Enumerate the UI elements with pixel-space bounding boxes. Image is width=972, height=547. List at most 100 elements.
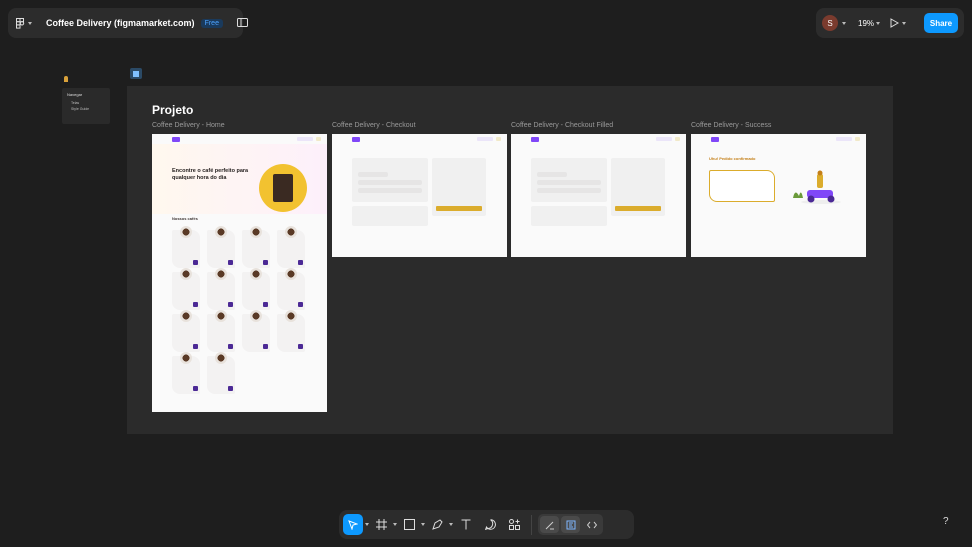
mini-header [152,134,327,144]
plan-badge[interactable]: Free [200,18,223,28]
share-button[interactable]: Share [924,13,958,33]
list-heading: Nossos cafés [172,216,198,221]
order-info-box [709,170,775,202]
coffee-card [207,352,235,394]
frame-checkout[interactable] [332,134,507,257]
frame-label-success[interactable]: Coffee Delivery - Success [691,122,771,129]
tools-toolbar [339,510,634,539]
file-bar: Coffee Delivery (figmamarket.com) Free [8,8,248,38]
actions-tool[interactable] [503,514,525,535]
input-placeholder [358,172,388,177]
figma-logo-icon [16,17,25,29]
pen-tool[interactable] [427,514,447,535]
chevron-down-icon[interactable] [449,523,453,526]
hero-title: Encontre o café perfeito para qualquer h… [172,168,249,181]
coffee-card [207,226,235,268]
design-icon [566,520,575,529]
coffee-card [172,352,200,394]
design-mode-button[interactable] [561,516,580,533]
coffee-card [242,268,270,310]
frame-label-checkout-filled[interactable]: Coffee Delivery - Checkout Filled [511,122,613,129]
location-badge [477,137,493,141]
mini-header [691,134,866,144]
hash-frame-icon [375,519,387,530]
frame-home[interactable]: Encontre o café perfeito para qualquer h… [152,134,327,412]
coffee-card [242,310,270,352]
cart-icon [675,137,680,141]
frame-success[interactable]: Uhu! Pedido confirmado [691,134,866,257]
coffee-card [172,310,200,352]
coffee-card [207,268,235,310]
navigation-frame[interactable]: Navegar Telas Style Guide [62,88,110,124]
chevron-down-icon[interactable] [421,523,425,526]
pen-icon [431,519,443,530]
input-filled [537,180,601,185]
coffee-card [277,226,305,268]
input-filled [537,188,601,193]
collab-bar: S 19% Share [816,8,964,38]
zoom-menu[interactable]: 19% [858,18,881,28]
cart-icon [316,137,321,141]
main-menu-button[interactable] [16,17,32,29]
location-badge [656,137,672,141]
logo [711,137,719,142]
logo [352,137,360,142]
chevron-down-icon [876,21,881,25]
input-filled [537,172,567,177]
confirm-button [436,206,482,211]
move-tool[interactable] [343,514,363,535]
coffee-card [172,268,200,310]
dev-mode-button[interactable] [582,516,601,533]
nav-item-screens[interactable]: Telas [71,101,105,105]
hero-banner: Encontre o café perfeito para qualquer h… [152,144,327,214]
draw-icon [545,521,554,529]
comment-tool[interactable] [479,514,501,535]
comment-bubble-icon [484,519,496,530]
confirm-button [615,206,661,211]
coffee-card [207,310,235,352]
nav-item-style-guide[interactable]: Style Guide [71,107,105,111]
file-title[interactable]: Coffee Delivery (figmamarket.com) [46,18,195,28]
mini-header [511,134,686,144]
cart-icon [855,137,860,141]
frame-checkout-filled[interactable] [511,134,686,257]
section-title[interactable]: Projeto [152,103,193,117]
shape-tool[interactable] [399,514,419,535]
chevron-down-icon [902,21,907,25]
components-grid-icon [508,519,520,530]
sidebar-toggle-icon[interactable] [236,14,248,32]
chevron-down-icon[interactable] [365,523,369,526]
coffee-cup-image [259,164,307,212]
cart-icon [496,137,501,141]
delivery-illustration-icon [793,170,841,204]
draw-mode-button[interactable] [540,516,559,533]
chevron-down-icon[interactable] [393,523,397,526]
frame-label-home[interactable]: Coffee Delivery - Home [152,122,225,129]
coffee-card [277,268,305,310]
divider [531,514,532,535]
code-brackets-icon [586,521,597,528]
text-tool[interactable] [455,514,477,535]
chevron-down-icon [28,21,32,25]
payment-box [531,206,607,226]
section-frame-icon[interactable] [130,68,142,79]
coffee-card [242,226,270,268]
frame-tool[interactable] [371,514,391,535]
zoom-level: 19% [858,18,875,28]
text-icon [461,519,471,530]
avatar[interactable]: S [822,15,838,31]
coffee-card [277,310,305,352]
payment-box [352,206,428,226]
mode-switcher [538,514,603,535]
logo [172,137,180,142]
input-placeholder [358,188,422,193]
coffee-card [172,226,200,268]
input-placeholder [358,180,422,185]
help-button[interactable]: ? [943,516,949,527]
chevron-down-icon[interactable] [842,21,846,25]
present-button[interactable] [890,18,907,28]
play-icon [890,18,900,28]
frame-label-checkout[interactable]: Coffee Delivery - Checkout [332,122,416,129]
logo [531,137,539,142]
pin-icon [64,76,68,82]
